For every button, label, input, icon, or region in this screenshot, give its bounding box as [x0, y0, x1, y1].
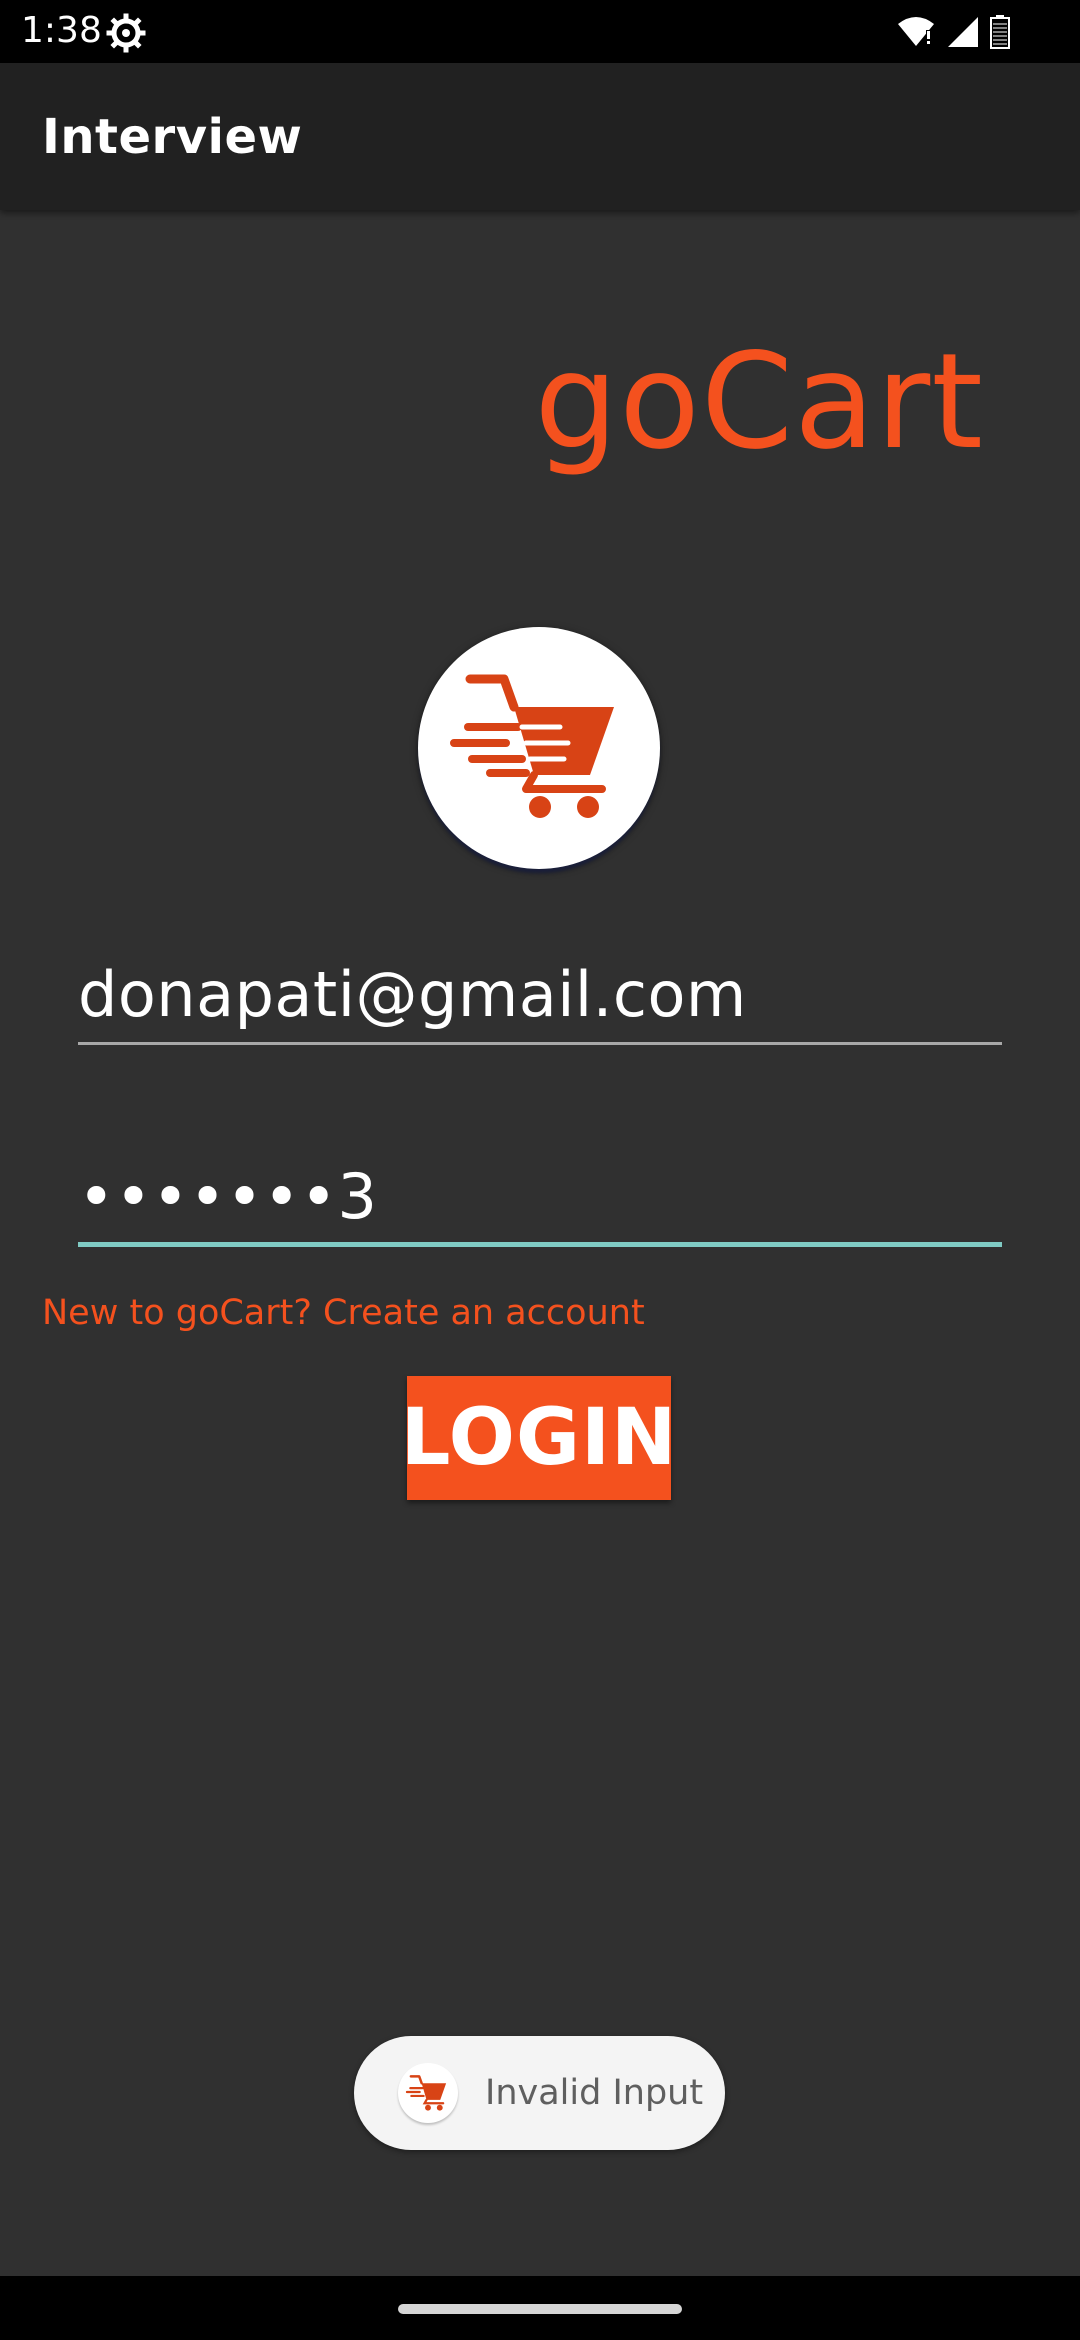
brand-title: goCart — [534, 325, 984, 479]
battery-icon — [990, 15, 1010, 49]
status-bar: 1:38 — [0, 0, 1080, 63]
email-underline — [78, 1042, 1002, 1045]
login-button[interactable]: LOGIN — [401, 1376, 676, 1500]
app-title: Interview — [42, 109, 303, 165]
password-underline — [78, 1242, 1002, 1247]
app-bar: Interview — [0, 63, 1080, 210]
settings-gear-icon — [106, 13, 146, 53]
toast: Invalid Input — [354, 2036, 725, 2150]
toast-message: Invalid Input — [485, 2073, 704, 2113]
signal-icon — [948, 17, 978, 47]
password-value: •••••••3 — [78, 1160, 378, 1233]
email-value: donapati@gmail.com — [78, 958, 747, 1031]
create-account-link[interactable]: New to goCart? Create an account — [42, 1291, 645, 1335]
toast-app-icon — [398, 2063, 458, 2123]
password-field[interactable]: •••••••3 — [78, 1137, 1002, 1247]
wifi-icon — [898, 17, 934, 46]
status-time: 1:38 — [21, 10, 102, 51]
shopping-cart-icon — [405, 2075, 447, 2111]
home-indicator[interactable] — [398, 2304, 682, 2314]
logo — [418, 627, 660, 869]
shopping-cart-icon — [450, 674, 614, 818]
navigation-bar — [0, 2276, 1080, 2340]
email-field[interactable]: donapati@gmail.com — [78, 935, 1002, 1045]
